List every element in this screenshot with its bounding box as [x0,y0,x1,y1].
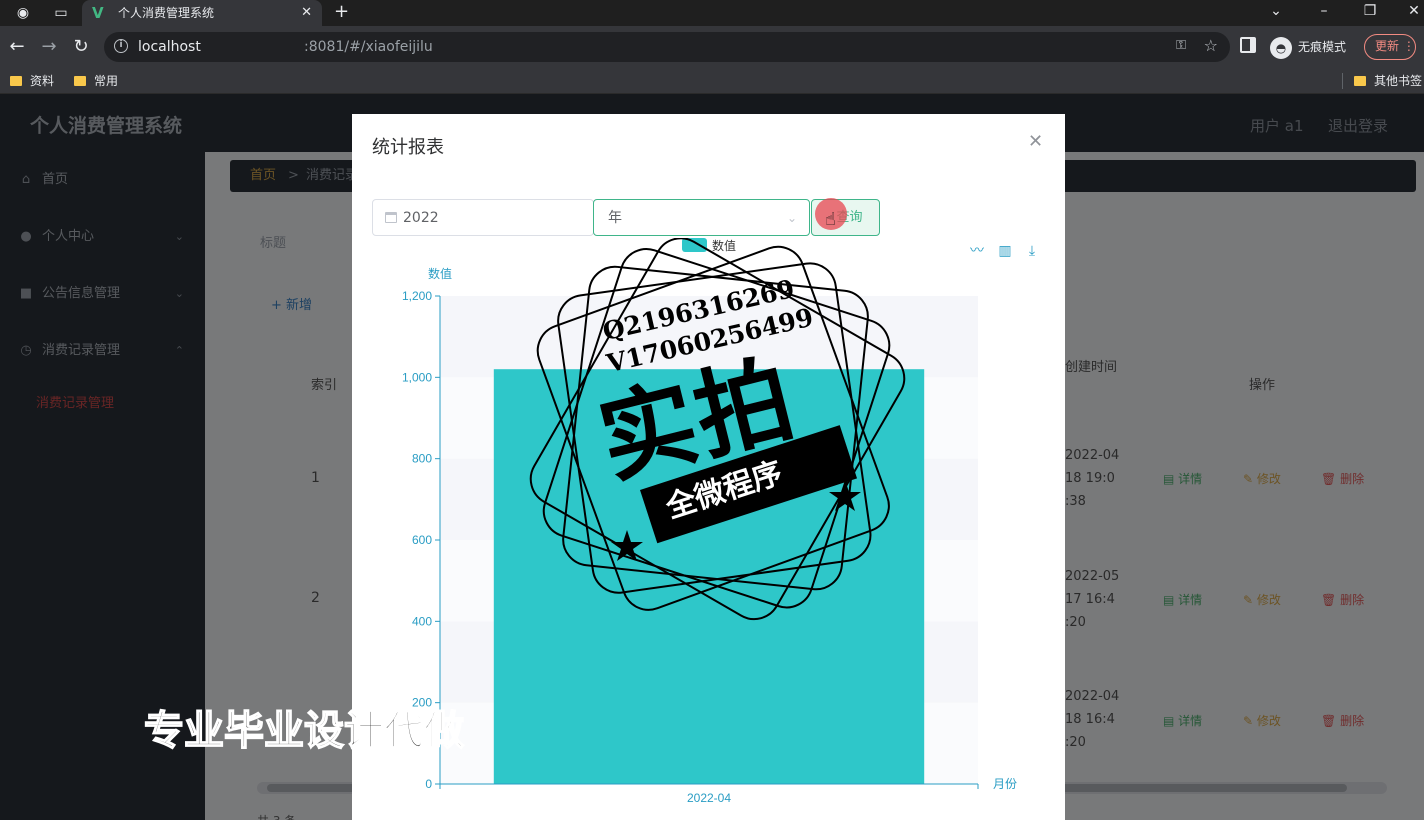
y-tick-label: 800 [412,452,432,466]
url-host: localhost [138,39,201,55]
bookmark-folder-2[interactable]: 常用 [74,72,118,90]
side-panel-icon[interactable] [1240,37,1256,53]
update-button[interactable]: 更新 ⋮ [1364,34,1416,60]
close-window-icon[interactable]: ✕ [1404,2,1424,20]
site-info-icon[interactable]: i [114,39,128,53]
forward-icon[interactable]: → [38,36,60,58]
browser-menu-icon[interactable]: ◉ [14,4,32,22]
minimize-icon[interactable]: – [1314,2,1334,20]
back-icon[interactable]: ← [6,36,28,58]
restore-icon[interactable]: ❐ [1360,2,1380,20]
y-tick-label: 1,000 [402,370,432,384]
period-select-value: 年 [608,210,622,226]
y-tick-label: 0 [425,777,432,791]
x-tick-label: 2022-04 [687,791,731,805]
vue-logo-icon: V [92,4,104,22]
url-path: :8081/#/xiaofeijilu [304,39,433,55]
incognito-icon: ◓ [1270,36,1292,59]
tab-active[interactable]: V 个人消费管理系统 ✕ [82,0,322,26]
tab-list-chevron-icon[interactable]: ⌄ [1266,2,1286,20]
bookmark-label: 资料 [30,74,55,88]
reload-icon[interactable]: ↻ [70,36,92,58]
bookmark-folder-1[interactable]: 资料 [10,72,54,90]
x-axis-title: 月份 [993,777,1017,791]
hand-cursor-icon: ☝ [825,209,836,230]
dialog-title: 统计报表 [372,137,444,158]
chevron-down-icon: ⌄ [786,211,797,225]
period-select[interactable]: 年 ⌄ [593,199,810,236]
y-tick-label: 1,200 [402,289,432,303]
bookmark-star-icon[interactable]: ☆ [1204,36,1218,55]
folder-icon [10,76,22,86]
tab-title: 个人消费管理系统 [118,6,215,20]
other-bookmarks-folder[interactable]: 其他书签 [1354,72,1422,90]
browser-tab-bar: ◉ ▭ V 个人消费管理系统 ✕ + ⌄ – ❐ ✕ [0,0,1424,26]
close-icon[interactable]: ✕ [1028,132,1043,152]
browser-toolbar: ← → ↻ i localhost :8081/#/xiaofeijilu ⚿ … [0,26,1424,68]
y-axis-title: 数值 [428,266,452,281]
calendar-icon [385,212,397,223]
tab-search-icon[interactable]: ▭ [52,4,70,22]
year-picker[interactable]: 2022 [372,199,594,236]
bookmarks-bar: 资料 常用 其他书签 [0,68,1424,94]
incognito-label: 无痕模式 [1298,40,1347,54]
new-tab-icon[interactable]: + [334,2,349,22]
update-label: 更新 [1375,39,1400,53]
bookmark-label: 常用 [94,74,119,88]
y-tick-label: 600 [412,533,432,547]
address-bar[interactable]: i localhost :8081/#/xiaofeijilu ⚿ ☆ [104,32,1230,62]
folder-icon [74,76,86,86]
year-picker-value: 2022 [403,210,439,226]
other-bookmarks-label: 其他书签 [1374,74,1423,88]
folder-icon [1354,76,1366,86]
promo-caption: 专业毕业设计代做 [143,707,465,755]
incognito-indicator[interactable]: ◓ 无痕模式 [1270,35,1346,59]
tab-close-icon[interactable]: ✕ [301,4,312,22]
key-icon[interactable]: ⚿ [1176,38,1186,53]
bookmarks-divider [1342,73,1343,89]
y-tick-label: 400 [412,614,432,628]
